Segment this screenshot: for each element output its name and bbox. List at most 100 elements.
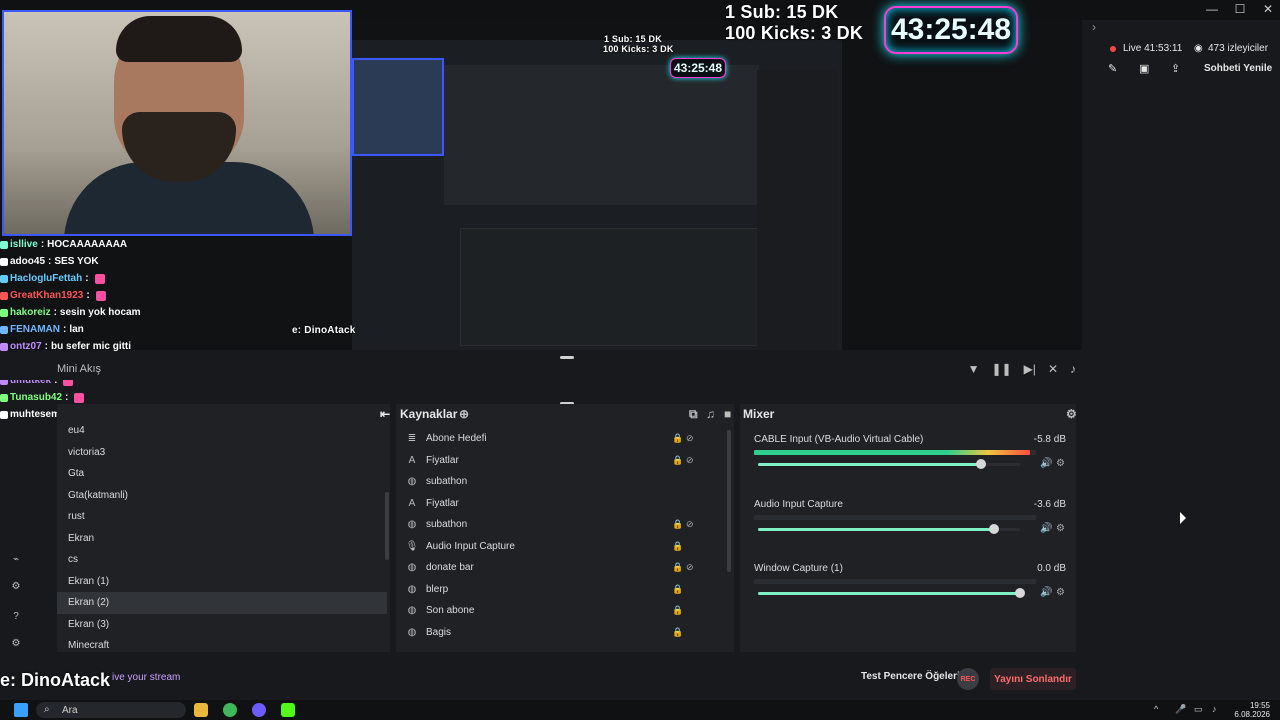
refresh-chat-button[interactable]: Sohbeti Yenile <box>1204 63 1272 74</box>
channel-settings-icon[interactable]: ⚙ <box>1056 587 1065 598</box>
display-icon[interactable]: ▭ <box>1194 704 1203 715</box>
search-icon: ⌕ <box>44 704 50 715</box>
source-name: Fiyatlar <box>426 497 459 509</box>
camera-icon[interactable]: ▣ <box>1139 62 1149 75</box>
lock-icon[interactable]: 🔒 <box>672 562 683 573</box>
clock-date: 6.08.2026 <box>1234 710 1270 719</box>
scene-item[interactable]: Gta(katmanli) <box>57 485 387 507</box>
source-item[interactable]: A Fiyatlar <box>400 493 730 515</box>
visibility-icon[interactable]: ⊘ <box>686 455 694 466</box>
scene-item[interactable]: eu4 <box>57 420 387 442</box>
source-item[interactable]: ◍ donate bar 🔒 ⊘ <box>400 557 730 579</box>
scene-item[interactable]: Ekran (3) <box>57 614 387 636</box>
chat-message: SES YOK <box>54 256 99 267</box>
source-item[interactable]: ◍ blerp 🔒 <box>400 579 730 601</box>
volume-icon[interactable]: ♪ <box>1070 362 1076 376</box>
source-item[interactable]: ◍ Son abone 🔒 <box>400 600 730 622</box>
source-item[interactable]: ≣ Abone Hedefi 🔒 ⊘ <box>400 428 730 450</box>
tray-chevron-icon[interactable]: ^ <box>1154 704 1158 714</box>
taskbar-search[interactable]: ⌕ Ara <box>36 702 186 718</box>
close-button[interactable]: ✕ <box>1262 2 1274 16</box>
settings-icon[interactable]: ⚙ <box>10 638 22 650</box>
live-dot <box>1110 46 1116 52</box>
mute-icon[interactable]: 🔊 <box>1040 458 1052 469</box>
volume-slider-knob[interactable] <box>1015 588 1025 598</box>
share-icon[interactable]: ⇪ <box>1171 62 1180 75</box>
taskbar-clock[interactable]: 19:55 6.08.2026 <box>1234 701 1270 719</box>
volume-slider-fill <box>758 463 981 466</box>
channel-settings-icon[interactable]: ⚙ <box>1056 523 1065 534</box>
mini-feed-strip: ▼ ❚❚ ▶| ✕ ♪ <box>0 358 1082 380</box>
subathon-timer: 43:25:48 <box>884 6 1018 54</box>
mic-icon[interactable]: 🎤 <box>1175 704 1186 715</box>
channel-settings-icon[interactable]: ⚙ <box>1056 458 1065 469</box>
visibility-icon[interactable]: ⊘ <box>686 519 694 530</box>
mute-alerts-icon[interactable]: ✕ <box>1048 362 1058 376</box>
lock-icon[interactable]: 🔒 <box>672 541 683 552</box>
add-source-icon[interactable]: ⊕ <box>459 407 469 421</box>
lock-icon[interactable]: 🔒 <box>672 433 683 444</box>
help-icon[interactable]: ? <box>10 611 22 623</box>
visibility-icon[interactable]: ⊘ <box>686 433 694 444</box>
sources-scrollbar[interactable] <box>727 430 731 572</box>
source-item[interactable]: 🎙 Audio Input Capture 🔒 <box>400 536 730 558</box>
mixer-audio-icon[interactable]: ♫ <box>706 407 715 421</box>
chrome-icon[interactable] <box>223 703 237 717</box>
mute-icon[interactable]: 🔊 <box>1040 523 1052 534</box>
stream-link[interactable]: ive your stream <box>112 672 180 683</box>
scene-item[interactable]: victoria3 <box>57 442 387 464</box>
lock-icon[interactable]: 🔒 <box>672 584 683 595</box>
lock-icon[interactable]: 🔒 <box>672 519 683 530</box>
mixer-layout-icon[interactable]: ⧉ <box>689 407 698 422</box>
scene-item[interactable]: Gta <box>57 463 387 485</box>
lock-icon[interactable]: 🔒 <box>672 605 683 616</box>
source-name: donate bar <box>426 562 474 574</box>
lock-icon[interactable]: 🔒 <box>672 455 683 466</box>
volume-slider-knob[interactable] <box>975 459 986 469</box>
source-item[interactable]: ◍ Bagis 🔒 <box>400 622 730 644</box>
source-item[interactable]: ◍ subathon 🔒 ⊘ <box>400 514 730 536</box>
mute-icon[interactable]: 🔊 <box>1040 587 1052 598</box>
skip-icon[interactable]: ▶| <box>1024 362 1036 376</box>
mixer-channel: Window Capture (1) 0.0 dB 🔊 ⚙ <box>754 563 1066 623</box>
scene-item[interactable]: Ekran <box>57 528 387 550</box>
chevron-right-icon[interactable]: › <box>1092 20 1100 34</box>
scene-item[interactable]: Ekran (1) <box>57 571 387 593</box>
lock-icon[interactable]: 🔒 <box>672 627 683 638</box>
source-name: subathon <box>426 476 468 488</box>
chat-username: isllive <box>10 239 38 250</box>
discord-icon[interactable] <box>252 703 266 717</box>
mixer-video-icon[interactable]: ■ <box>724 407 731 421</box>
layout-icon[interactable]: ⚙ <box>10 581 22 593</box>
filter-icon[interactable]: ▼ <box>968 362 980 376</box>
maximize-button[interactable]: ☐ <box>1234 2 1246 16</box>
chat-separator: : <box>85 273 89 284</box>
volume-slider-knob[interactable] <box>988 524 999 534</box>
edit-icon[interactable]: ✎ <box>1108 62 1117 75</box>
kick-icon[interactable] <box>281 703 295 717</box>
end-stream-button[interactable]: Yayını Sonlandır <box>990 668 1076 690</box>
windows-start-icon[interactable] <box>14 703 28 717</box>
scene-item[interactable]: Ekran (2) <box>57 592 387 614</box>
scenes-scrollbar[interactable] <box>385 492 389 560</box>
scene-item[interactable]: Minecraft <box>57 635 387 652</box>
scene-item[interactable]: rust <box>57 506 387 528</box>
test-widgets-button[interactable]: Test Pencere Öğeleri <box>861 671 960 682</box>
pause-icon[interactable]: ❚❚ <box>991 362 1011 376</box>
record-button[interactable]: REC <box>957 668 979 690</box>
badge-icon <box>0 393 8 402</box>
minimize-button[interactable]: — <box>1206 2 1218 16</box>
globe-icon: ◍ <box>407 583 417 595</box>
file-explorer-icon[interactable] <box>194 703 208 717</box>
visibility-icon[interactable]: ⊘ <box>686 562 694 573</box>
volume-tray-icon[interactable]: ♪ <box>1212 704 1217 714</box>
collapse-icon[interactable]: ⇤ <box>380 407 390 421</box>
volume-meter-level <box>754 450 1031 455</box>
drag-handle[interactable] <box>560 356 574 359</box>
mixer-settings-icon[interactable]: ⚙ <box>1066 407 1077 421</box>
scene-item[interactable]: cs <box>57 549 387 571</box>
studio-mode-icon[interactable]: ⌁ <box>10 554 22 566</box>
mini-kick-stat: 100 Kicks: 3 DK <box>603 44 674 54</box>
source-item[interactable]: ◍ subathon <box>400 471 730 493</box>
source-item[interactable]: A Fiyatlar 🔒 ⊘ <box>400 450 730 472</box>
